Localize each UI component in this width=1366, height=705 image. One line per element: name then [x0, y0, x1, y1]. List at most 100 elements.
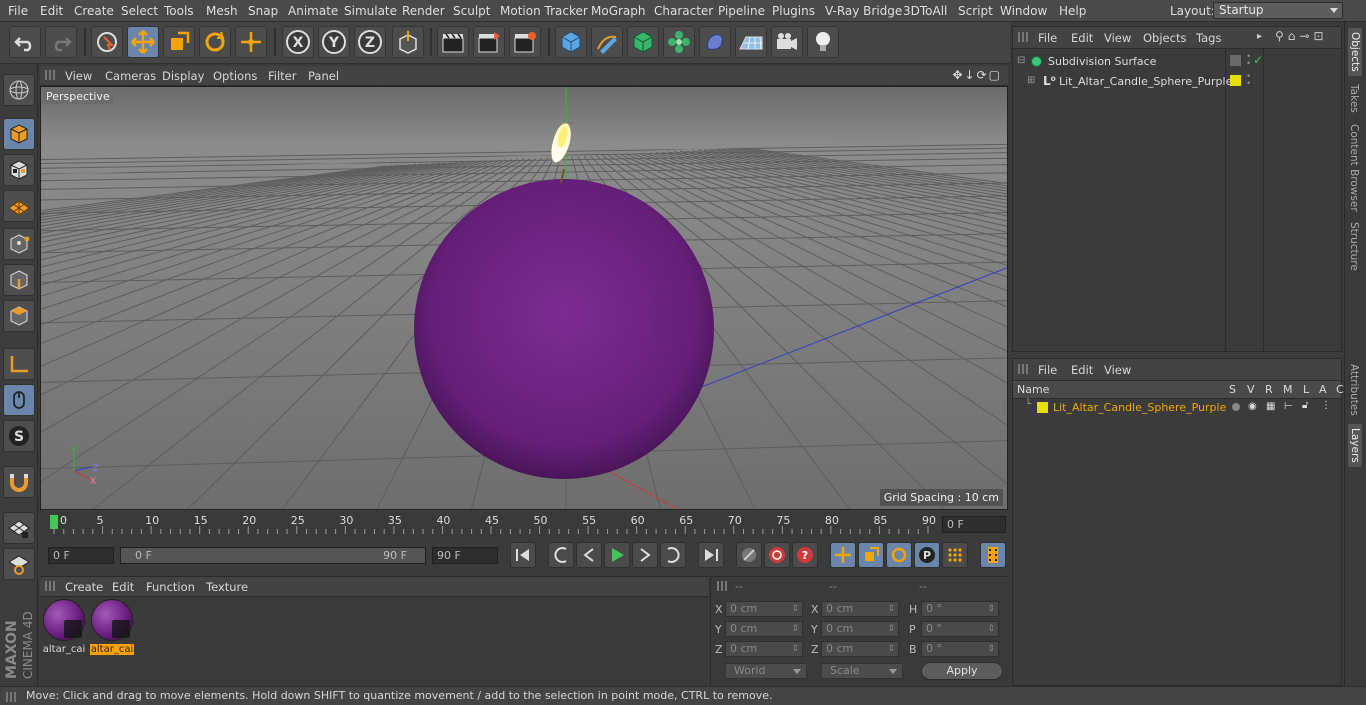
- visibility-dots-icon[interactable]: • •: [1246, 53, 1251, 69]
- autokey-button[interactable]: ?: [792, 542, 818, 568]
- tweak-mode-button[interactable]: [3, 384, 35, 416]
- rotate-tool-button[interactable]: [199, 26, 231, 58]
- next-frame-button[interactable]: [632, 542, 658, 568]
- tab-takes[interactable]: Takes: [1348, 84, 1360, 113]
- snapping-button[interactable]: S: [3, 420, 35, 452]
- size-y-field[interactable]: 0 cm: [821, 621, 899, 637]
- tab-objects[interactable]: Objects: [1348, 28, 1362, 76]
- menu-script[interactable]: Script: [958, 4, 993, 18]
- live-selection-button[interactable]: [91, 26, 123, 58]
- mat-menu-texture[interactable]: Texture: [206, 580, 248, 594]
- enabled-check-icon[interactable]: ✓: [1253, 53, 1263, 67]
- menu-create[interactable]: Create: [74, 4, 114, 18]
- expand-toggle-icon[interactable]: ⊞: [1027, 75, 1035, 86]
- tab-structure[interactable]: Structure: [1348, 222, 1360, 271]
- collapse-toggle-icon[interactable]: ⊟: [1017, 55, 1025, 66]
- col-render[interactable]: R: [1265, 383, 1273, 396]
- menu-mesh[interactable]: Mesh: [206, 4, 238, 18]
- mat-menu-edit[interactable]: Edit: [112, 580, 134, 594]
- timeline-window-button[interactable]: [980, 542, 1006, 568]
- vp-menu-view[interactable]: View: [65, 69, 92, 83]
- solo-dot-icon[interactable]: [1232, 403, 1240, 411]
- scale-tool-button[interactable]: [163, 26, 195, 58]
- om-menu-objects[interactable]: Objects: [1143, 31, 1186, 45]
- 3d-viewport[interactable]: Y Z X Perspective Grid Spacing : 10 cm: [40, 86, 1008, 510]
- lm-menu-file[interactable]: File: [1038, 363, 1057, 377]
- scale-mode-dropdown[interactable]: Scale: [821, 663, 903, 679]
- material-swatch-selected[interactable]: altar_cai: [90, 599, 134, 657]
- previous-frame-button[interactable]: [576, 542, 602, 568]
- om-menu-edit[interactable]: Edit: [1071, 31, 1093, 45]
- previous-key-button[interactable]: [548, 542, 574, 568]
- col-color[interactable]: C: [1336, 383, 1344, 396]
- viewport-nav-icons[interactable]: ✥↓⟳▢: [952, 68, 1002, 82]
- col-locked[interactable]: L: [1303, 383, 1309, 396]
- edges-mode-button[interactable]: [3, 264, 35, 296]
- key-point-level-button[interactable]: [942, 542, 968, 568]
- vp-menu-cameras[interactable]: Cameras: [105, 69, 156, 83]
- locked-workplane-button[interactable]: [3, 548, 35, 580]
- start-frame-field[interactable]: 0 F: [48, 547, 114, 564]
- menu-pipeline[interactable]: Pipeline: [718, 4, 765, 18]
- vp-menu-display[interactable]: Display: [162, 69, 204, 83]
- lock-icon[interactable]: 🔓︎: [1302, 400, 1308, 411]
- menu-render[interactable]: Render: [402, 4, 445, 18]
- menu-3dtoall[interactable]: 3DToAll: [903, 4, 947, 18]
- object-row[interactable]: ⊞ L⁰ Lit_Altar_Candle_Sphere_Purple • •: [1013, 73, 1341, 91]
- undo-button[interactable]: [9, 26, 41, 58]
- vp-menu-filter[interactable]: Filter: [268, 69, 296, 83]
- col-animation[interactable]: A: [1319, 383, 1327, 396]
- redo-button[interactable]: [45, 26, 77, 58]
- apply-button[interactable]: Apply: [921, 662, 1003, 680]
- transform-tool-button[interactable]: [235, 26, 267, 58]
- add-cloner-button[interactable]: [663, 26, 695, 58]
- coordinate-mode-dropdown[interactable]: World: [725, 663, 807, 679]
- manager-tree-icon[interactable]: ⊢: [1284, 401, 1293, 412]
- move-tool-button[interactable]: [127, 26, 159, 58]
- vp-menu-panel[interactable]: Panel: [308, 69, 339, 83]
- key-parameter-button[interactable]: P: [914, 542, 940, 568]
- add-camera-button[interactable]: [771, 26, 803, 58]
- add-deformer-button[interactable]: [699, 26, 731, 58]
- mat-menu-create[interactable]: Create: [65, 580, 103, 594]
- tab-content-browser[interactable]: Content Browser: [1348, 124, 1360, 212]
- menu-simulate[interactable]: Simulate: [344, 4, 397, 18]
- om-menu-tags[interactable]: Tags: [1196, 31, 1221, 45]
- menu-vray-bridge[interactable]: V-Ray Bridge: [825, 4, 902, 18]
- layer-color-swatch[interactable]: [1037, 402, 1048, 413]
- visibility-dots-icon[interactable]: • •: [1246, 73, 1251, 89]
- pos-y-field[interactable]: 0 cm: [725, 621, 803, 637]
- record-keys-off-button[interactable]: [736, 542, 762, 568]
- lm-menu-view[interactable]: View: [1104, 363, 1131, 377]
- col-name[interactable]: Name: [1017, 383, 1049, 396]
- texture-mode-button[interactable]: [3, 154, 35, 186]
- animation-icon[interactable]: ⋮: [1321, 400, 1331, 411]
- current-frame-field[interactable]: 0 F: [942, 516, 1006, 533]
- material-swatch[interactable]: altar_cai: [42, 599, 86, 657]
- eye-icon[interactable]: ◉: [1248, 401, 1257, 412]
- mat-menu-function[interactable]: Function: [146, 580, 195, 594]
- add-cube-button[interactable]: [555, 26, 587, 58]
- size-x-field[interactable]: 0 cm: [821, 601, 899, 617]
- timeline-ruler[interactable]: 0 5 10 15 20 25 30 35 40 45 50 55 60 65 70 75 80 85 90 0 F: [40, 512, 1008, 536]
- purple-sphere[interactable]: [414, 179, 714, 479]
- om-toolbar-icons[interactable]: ⚲⌂⊸⊡: [1275, 29, 1328, 43]
- menu-animate[interactable]: Animate: [288, 4, 338, 18]
- om-menu-file[interactable]: File: [1038, 31, 1057, 45]
- menu-plugins[interactable]: Plugins: [772, 4, 815, 18]
- menu-sculpt[interactable]: Sculpt: [453, 4, 490, 18]
- key-scale-button[interactable]: [858, 542, 884, 568]
- om-menu-view[interactable]: View: [1104, 31, 1131, 45]
- col-manager[interactable]: M: [1283, 383, 1293, 396]
- make-editable-button[interactable]: [3, 74, 35, 106]
- size-z-field[interactable]: 0 cm: [821, 641, 899, 657]
- object-name[interactable]: Lit_Altar_Candle_Sphere_Purple: [1059, 75, 1232, 88]
- y-axis-lock-button[interactable]: Y: [318, 26, 350, 58]
- editor-visibility-icon[interactable]: [1230, 55, 1241, 66]
- rot-b-field[interactable]: 0 °: [921, 641, 999, 657]
- layout-select[interactable]: Startup: [1213, 2, 1343, 19]
- pos-x-field[interactable]: 0 cm: [725, 601, 803, 617]
- menu-mograph[interactable]: MoGraph: [591, 4, 646, 18]
- object-name[interactable]: Subdivision Surface: [1048, 55, 1156, 68]
- menu-help[interactable]: Help: [1059, 4, 1086, 18]
